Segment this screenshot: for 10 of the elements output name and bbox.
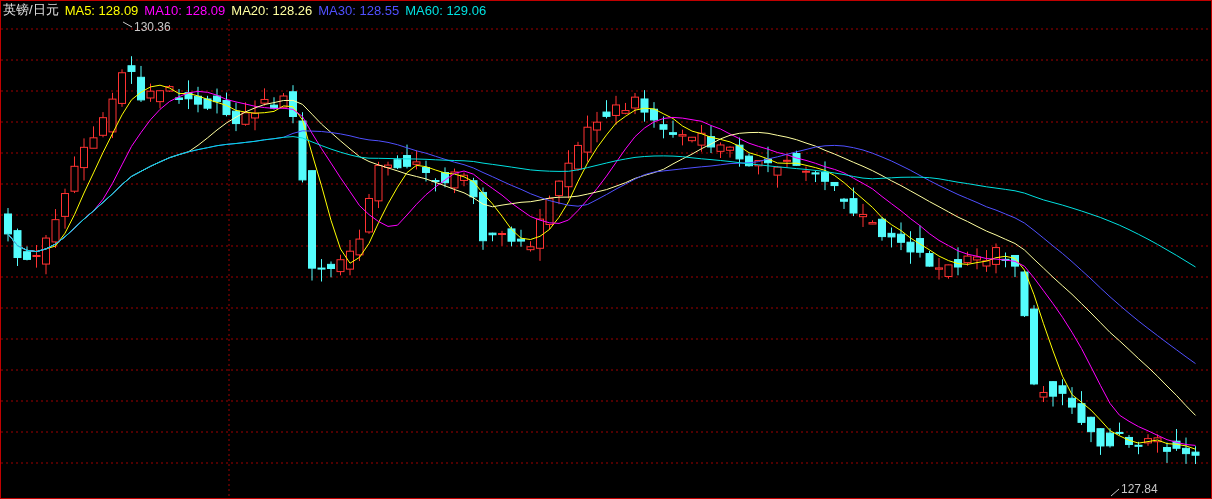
high-price-label: 130.36	[134, 20, 171, 34]
moving-average-value: MA60: 129.06	[405, 2, 487, 18]
moving-average-value: MA5: 128.09	[64, 2, 139, 18]
leader-line	[122, 21, 133, 28]
moving-average-value: MA30: 128.55	[318, 2, 400, 18]
moving-average-value: MA10: 128.09	[144, 2, 226, 18]
symbol-name: 英镑/日元	[3, 1, 59, 19]
low-price-label: 127.84	[1121, 482, 1158, 496]
moving-average-value: MA20: 128.26	[231, 2, 313, 18]
leader-line	[1110, 488, 1120, 497]
